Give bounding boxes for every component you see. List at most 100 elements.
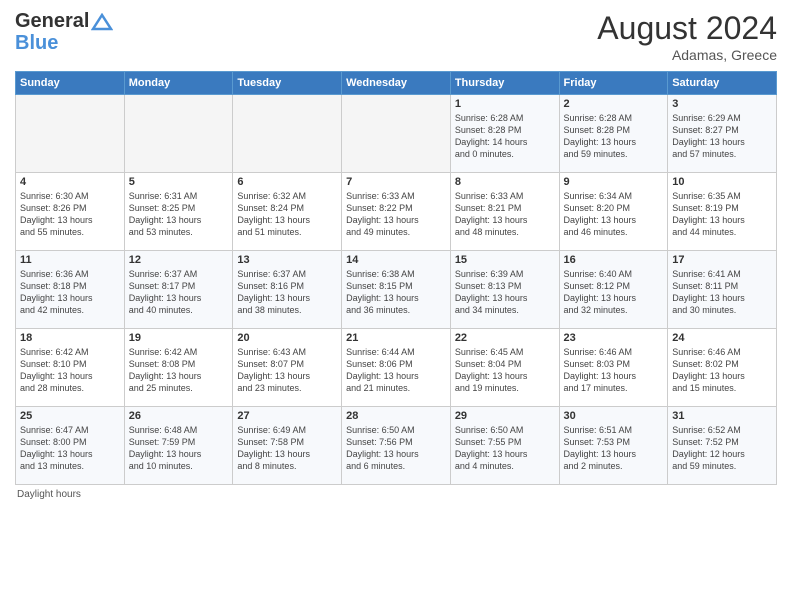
calendar-cell: 31Sunrise: 6:52 AMSunset: 7:52 PMDayligh…	[668, 407, 777, 485]
calendar-cell: 9 Sunrise: 6:34 AMSunset: 8:20 PMDaylight…	[559, 173, 668, 251]
day-info: Sunrise: 6:37 AMSunset: 8:17 PMDaylight:…	[129, 268, 229, 317]
day-number: 9	[564, 176, 664, 188]
day-info: Sunrise: 6:43 AMSunset: 8:07 PMDaylight:…	[237, 346, 337, 395]
calendar-cell: 28 Sunrise: 6:50 AMSunset: 7:56 PMDayligh…	[342, 407, 451, 485]
col-friday: Friday	[559, 72, 668, 95]
day-info: Sunrise: 6:51 AMSunset: 7:53 PMDaylight:…	[564, 424, 664, 473]
day-info: Sunrise: 6:44 AMSunset: 8:06 PMDaylight:…	[346, 346, 446, 395]
day-number: 24	[672, 332, 772, 344]
calendar-cell	[342, 95, 451, 173]
day-number: 3	[672, 98, 772, 110]
logo-text: General	[15, 10, 113, 32]
logo: General Blue	[15, 10, 113, 54]
col-wednesday: Wednesday	[342, 72, 451, 95]
day-info: Sunrise: 6:46 AMSunset: 8:03 PMDaylight:…	[564, 346, 664, 395]
day-number: 22	[455, 332, 555, 344]
day-info: Sunrise: 6:42 AMSunset: 8:10 PMDaylight:…	[20, 346, 120, 395]
calendar-cell: 27Sunrise: 6:49 AMSunset: 7:58 PMDayligh…	[233, 407, 342, 485]
col-thursday: Thursday	[450, 72, 559, 95]
day-number: 29	[455, 410, 555, 422]
day-number: 17	[672, 254, 772, 266]
day-number: 16	[564, 254, 664, 266]
calendar-cell: 4Sunrise: 6:30 AMSunset: 8:26 PMDaylight…	[16, 173, 125, 251]
calendar-week-5: 25 Sunrise: 6:47 AMSunset: 8:00 PMDayligh…	[16, 407, 777, 485]
day-number: 6	[237, 176, 337, 188]
calendar-cell: 25 Sunrise: 6:47 AMSunset: 8:00 PMDayligh…	[16, 407, 125, 485]
day-number: 8	[455, 176, 555, 188]
day-number: 30	[564, 410, 664, 422]
day-number: 13	[237, 254, 337, 266]
day-number: 15	[455, 254, 555, 266]
day-info: Sunrise: 6:47 AMSunset: 8:00 PMDaylight:…	[20, 424, 120, 473]
day-info: Sunrise: 6:50 AMSunset: 7:55 PMDaylight:…	[455, 424, 555, 473]
calendar-cell: 14 Sunrise: 6:38 AMSunset: 8:15 PMDayligh…	[342, 251, 451, 329]
calendar-week-3: 11Sunrise: 6:36 AMSunset: 8:18 PMDayligh…	[16, 251, 777, 329]
day-number: 20	[237, 332, 337, 344]
calendar-cell: 23 Sunrise: 6:46 AMSunset: 8:03 PMDayligh…	[559, 329, 668, 407]
header: General Blue August 2024 Adamas, Greece	[15, 10, 777, 63]
day-number: 1	[455, 98, 555, 110]
calendar-cell	[16, 95, 125, 173]
calendar-week-4: 18 Sunrise: 6:42 AMSunset: 8:10 PMDayligh…	[16, 329, 777, 407]
day-info: Sunrise: 6:37 AMSunset: 8:16 PMDaylight:…	[237, 268, 337, 317]
day-number: 21	[346, 332, 446, 344]
calendar-cell: 18 Sunrise: 6:42 AMSunset: 8:10 PMDayligh…	[16, 329, 125, 407]
day-number: 26	[129, 410, 229, 422]
calendar-cell: 26 Sunrise: 6:48 AMSunset: 7:59 PMDayligh…	[124, 407, 233, 485]
day-number: 28	[346, 410, 446, 422]
day-number: 25	[20, 410, 120, 422]
calendar-cell: 6 Sunrise: 6:32 AMSunset: 8:24 PMDaylight…	[233, 173, 342, 251]
calendar-cell: 5 Sunrise: 6:31 AMSunset: 8:25 PMDaylight…	[124, 173, 233, 251]
day-info: Sunrise: 6:34 AMSunset: 8:20 PMDaylight:…	[564, 190, 664, 239]
day-info: Sunrise: 6:42 AMSunset: 8:08 PMDaylight:…	[129, 346, 229, 395]
calendar-cell: 17Sunrise: 6:41 AMSunset: 8:11 PMDayligh…	[668, 251, 777, 329]
calendar-cell: 13 Sunrise: 6:37 AMSunset: 8:16 PMDayligh…	[233, 251, 342, 329]
day-number: 18	[20, 332, 120, 344]
day-info: Sunrise: 6:28 AMSunset: 8:28 PMDaylight:…	[564, 112, 664, 161]
col-monday: Monday	[124, 72, 233, 95]
day-info: Sunrise: 6:48 AMSunset: 7:59 PMDaylight:…	[129, 424, 229, 473]
calendar-table: Sunday Monday Tuesday Wednesday Thursday…	[15, 71, 777, 485]
day-number: 10	[672, 176, 772, 188]
day-number: 14	[346, 254, 446, 266]
calendar-cell: 19Sunrise: 6:42 AMSunset: 8:08 PMDayligh…	[124, 329, 233, 407]
day-number: 4	[20, 176, 120, 188]
calendar-cell	[124, 95, 233, 173]
day-number: 27	[237, 410, 337, 422]
calendar-cell: 24 Sunrise: 6:46 AMSunset: 8:02 PMDayligh…	[668, 329, 777, 407]
col-tuesday: Tuesday	[233, 72, 342, 95]
day-info: Sunrise: 6:50 AMSunset: 7:56 PMDaylight:…	[346, 424, 446, 473]
location: Adamas, Greece	[597, 47, 777, 63]
calendar-cell: 11Sunrise: 6:36 AMSunset: 8:18 PMDayligh…	[16, 251, 125, 329]
col-saturday: Saturday	[668, 72, 777, 95]
day-number: 5	[129, 176, 229, 188]
calendar-cell: 7 Sunrise: 6:33 AMSunset: 8:22 PMDaylight…	[342, 173, 451, 251]
day-number: 12	[129, 254, 229, 266]
day-info: Sunrise: 6:45 AMSunset: 8:04 PMDaylight:…	[455, 346, 555, 395]
day-number: 2	[564, 98, 664, 110]
calendar-cell: 8 Sunrise: 6:33 AMSunset: 8:21 PMDaylight…	[450, 173, 559, 251]
day-info: Sunrise: 6:33 AMSunset: 8:22 PMDaylight:…	[346, 190, 446, 239]
day-info: Sunrise: 6:32 AMSunset: 8:24 PMDaylight:…	[237, 190, 337, 239]
calendar-cell: 30 Sunrise: 6:51 AMSunset: 7:53 PMDayligh…	[559, 407, 668, 485]
page-container: General Blue August 2024 Adamas, Greece …	[0, 0, 792, 505]
calendar-cell: 21 Sunrise: 6:44 AMSunset: 8:06 PMDayligh…	[342, 329, 451, 407]
day-info: Sunrise: 6:28 AMSunset: 8:28 PMDaylight:…	[455, 112, 555, 161]
calendar-week-2: 4Sunrise: 6:30 AMSunset: 8:26 PMDaylight…	[16, 173, 777, 251]
day-info: Sunrise: 6:39 AMSunset: 8:13 PMDaylight:…	[455, 268, 555, 317]
calendar-cell: 16 Sunrise: 6:40 AMSunset: 8:12 PMDayligh…	[559, 251, 668, 329]
day-info: Sunrise: 6:46 AMSunset: 8:02 PMDaylight:…	[672, 346, 772, 395]
day-number: 31	[672, 410, 772, 422]
calendar-cell: 2 Sunrise: 6:28 AMSunset: 8:28 PMDaylight…	[559, 95, 668, 173]
calendar-cell: 10 Sunrise: 6:35 AMSunset: 8:19 PMDayligh…	[668, 173, 777, 251]
day-number: 7	[346, 176, 446, 188]
day-info: Sunrise: 6:33 AMSunset: 8:21 PMDaylight:…	[455, 190, 555, 239]
day-info: Sunrise: 6:35 AMSunset: 8:19 PMDaylight:…	[672, 190, 772, 239]
calendar-week-1: 1 Sunrise: 6:28 AMSunset: 8:28 PMDaylight…	[16, 95, 777, 173]
col-sunday: Sunday	[16, 72, 125, 95]
day-number: 23	[564, 332, 664, 344]
day-info: Sunrise: 6:31 AMSunset: 8:25 PMDaylight:…	[129, 190, 229, 239]
day-info: Sunrise: 6:40 AMSunset: 8:12 PMDaylight:…	[564, 268, 664, 317]
month-year: August 2024	[597, 10, 777, 47]
day-info: Sunrise: 6:38 AMSunset: 8:15 PMDaylight:…	[346, 268, 446, 317]
